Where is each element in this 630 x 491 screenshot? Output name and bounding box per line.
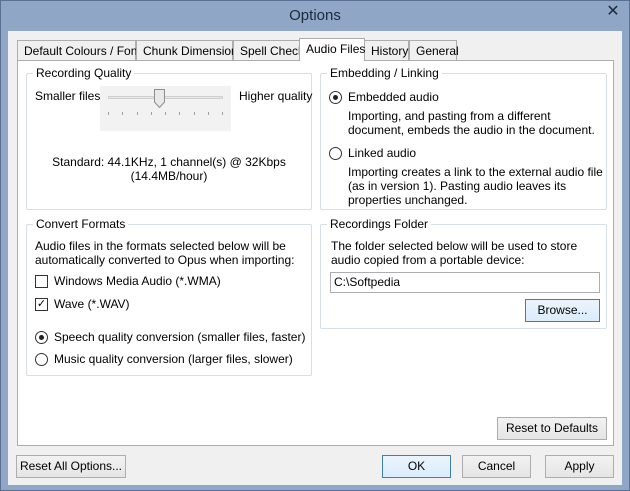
cancel-button[interactable]: Cancel bbox=[462, 455, 531, 478]
wav-label[interactable]: Wave (*.WAV) bbox=[54, 297, 130, 311]
slider-tick bbox=[137, 112, 138, 115]
convert-formats-desc: Audio files in the formats selected belo… bbox=[35, 239, 295, 267]
wav-checkbox[interactable]: ✓ bbox=[35, 298, 48, 311]
quality-slider[interactable] bbox=[100, 86, 231, 131]
embedded-audio-desc: Importing, and pasting from a different … bbox=[348, 109, 595, 137]
embedded-audio-label[interactable]: Embedded audio bbox=[348, 90, 439, 104]
window-title: Options bbox=[289, 7, 341, 24]
embedded-audio-radio[interactable] bbox=[329, 91, 342, 104]
client-area: Default Colours / Font Chunk Dimensions … bbox=[8, 31, 622, 485]
ok-button[interactable]: OK bbox=[382, 455, 451, 478]
slider-tick bbox=[208, 112, 209, 115]
apply-button[interactable]: Apply bbox=[545, 455, 614, 478]
slider-thumb[interactable] bbox=[154, 89, 165, 108]
linked-audio-desc: Importing creates a link to the external… bbox=[348, 165, 603, 207]
slider-tick bbox=[151, 112, 152, 115]
recording-quality-title: Recording Quality bbox=[33, 66, 135, 80]
recordings-folder-path-input[interactable]: C:\Softpedia bbox=[330, 272, 600, 293]
wma-checkbox[interactable] bbox=[35, 275, 48, 288]
music-quality-label[interactable]: Music quality conversion (larger files, … bbox=[54, 352, 293, 366]
music-quality-radio[interactable] bbox=[35, 353, 48, 366]
reset-to-defaults-button[interactable]: Reset to Defaults bbox=[497, 417, 607, 440]
speech-quality-label[interactable]: Speech quality conversion (smaller files… bbox=[54, 330, 305, 344]
slider-tick bbox=[194, 112, 195, 115]
embedding-linking-group: Embedding / Linking Embedded audio Impor… bbox=[320, 66, 607, 210]
title-bar[interactable]: Options ✕ bbox=[1, 1, 629, 31]
convert-formats-title: Convert Formats bbox=[33, 217, 129, 231]
tab-history[interactable]: History bbox=[364, 40, 409, 60]
linked-audio-label[interactable]: Linked audio bbox=[348, 146, 416, 160]
browse-button[interactable]: Browse... bbox=[525, 299, 600, 322]
audio-files-panel: Recording Quality Smaller files Higher q… bbox=[17, 60, 614, 446]
options-window: Options ✕ Default Colours / Font Chunk D… bbox=[0, 0, 630, 491]
linked-audio-radio[interactable] bbox=[329, 147, 342, 160]
tab-chunk-dimensions[interactable]: Chunk Dimensions bbox=[136, 40, 244, 60]
convert-formats-group: Convert Formats Audio files in the forma… bbox=[26, 217, 312, 376]
tab-default-colours-font[interactable]: Default Colours / Font bbox=[17, 40, 141, 60]
recordings-folder-title: Recordings Folder bbox=[327, 217, 432, 231]
recordings-folder-desc: The folder selected below will be used t… bbox=[331, 239, 578, 267]
embedding-linking-title: Embedding / Linking bbox=[327, 66, 442, 80]
close-icon[interactable]: ✕ bbox=[601, 2, 625, 22]
tab-audio-files[interactable]: Audio Files bbox=[299, 38, 365, 61]
slider-tick bbox=[179, 112, 180, 115]
slider-tick bbox=[108, 112, 109, 115]
higher-quality-label: Higher quality bbox=[239, 89, 313, 103]
reset-all-options-button[interactable]: Reset All Options... bbox=[16, 455, 126, 478]
tab-general[interactable]: General bbox=[409, 40, 459, 60]
slider-tick bbox=[165, 112, 166, 115]
tab-spell-check[interactable]: Spell Check bbox=[233, 40, 304, 60]
slider-track bbox=[108, 96, 223, 99]
quality-standard-text: Standard: 44.1KHz, 1 channel(s) @ 32Kbps bbox=[52, 155, 286, 169]
smaller-files-label: Smaller files bbox=[35, 89, 101, 103]
recording-quality-group: Recording Quality Smaller files Higher q… bbox=[26, 66, 313, 210]
wma-label[interactable]: Windows Media Audio (*.WMA) bbox=[54, 274, 221, 288]
speech-quality-radio[interactable] bbox=[35, 331, 48, 344]
slider-tick bbox=[122, 112, 123, 115]
slider-tick bbox=[222, 112, 223, 115]
recordings-folder-group: Recordings Folder The folder selected be… bbox=[320, 217, 607, 329]
quality-rate-text: (14.4MB/hour) bbox=[130, 169, 208, 183]
